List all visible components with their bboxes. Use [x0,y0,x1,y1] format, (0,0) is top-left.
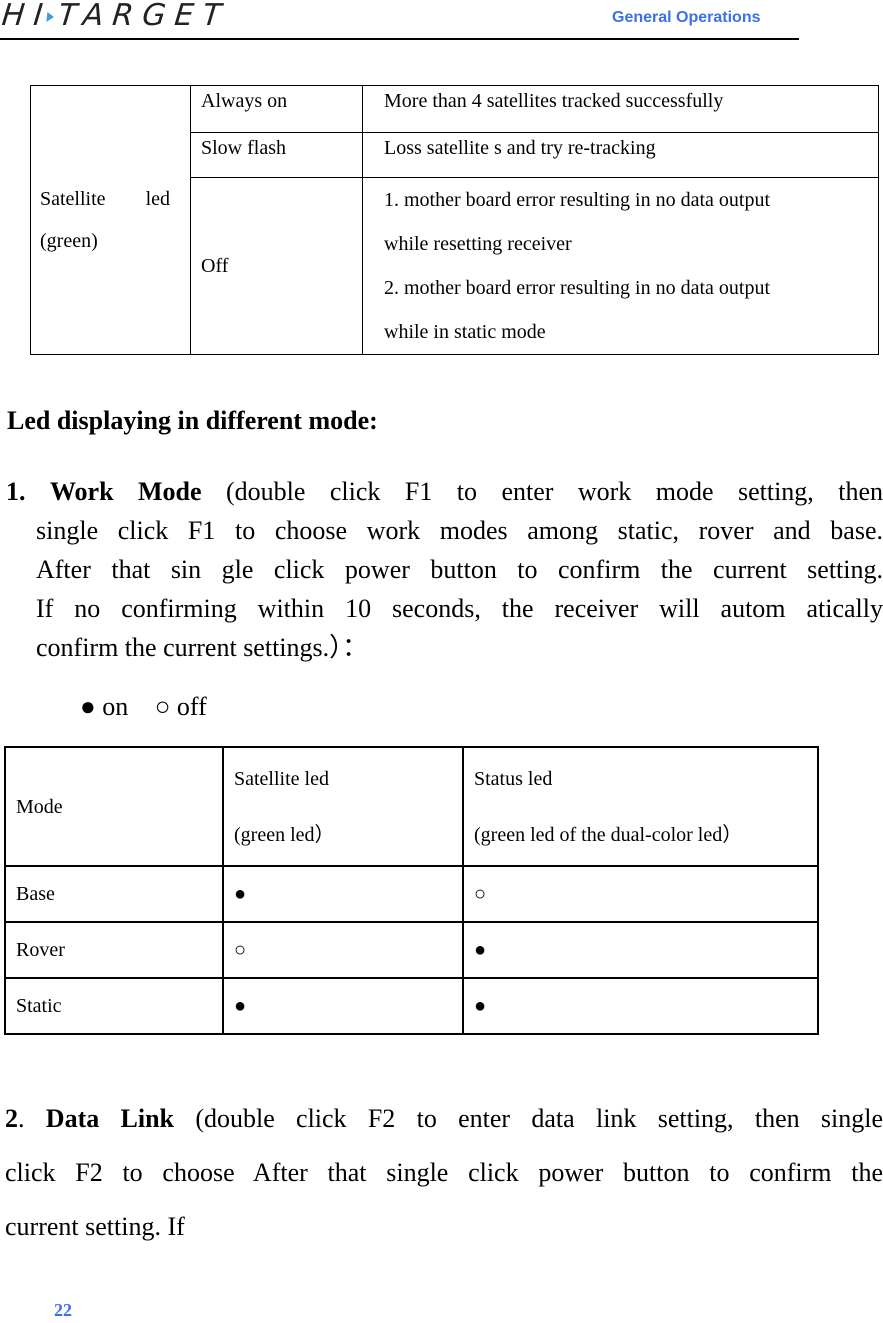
led-description: More than 4 satellites tracked successfu… [362,85,879,133]
mode-led-table: Mode Satellite led (green led） Status le… [4,746,819,1035]
led-description: 1. mother board error resulting in no da… [362,177,879,355]
mode-cell: Rover [4,921,224,979]
paragraph-text: After that sin gle click power button to… [36,555,883,584]
item-number: 1. [6,477,26,506]
satellite-led-table: Satellite led (green) Always on More than… [30,85,879,355]
label-text: led [145,188,170,210]
status-led-indicator: ● [462,921,819,979]
mode-cell: Base [4,865,224,923]
header-satellite-led: Satellite led (green led） [222,746,464,867]
led-legend: ● on ○ off [80,692,227,722]
satellite-led-indicator: ● [222,865,464,923]
logo-arrow-icon [46,11,55,22]
header-text: Status led [474,767,553,790]
paragraph-text: (double click F2 to enter data link sett… [195,1104,883,1133]
item-title: Work Mode [49,477,202,506]
table-row: Static ● ● [4,977,819,1035]
item-title: Data Link [45,1104,175,1133]
table-row: Rover ○ ● [4,921,819,979]
table-row: Satellite led (green) Always on More than… [30,85,879,355]
led-description: Loss satellite s and try re-tracking [362,132,879,178]
data-link-paragraph: 2. Data Link (double click F2 to enter d… [5,1092,883,1254]
led-state: Off [190,177,363,355]
item-number: 2 [5,1104,18,1133]
section-title: General Operations [612,9,761,26]
description-line: while in static mode [384,321,546,343]
description-line: 1. mother board error resulting in no da… [384,189,771,211]
header-status-led: Status led (green led of the dual-color … [462,746,819,867]
table-header-row: Mode Satellite led (green led） Status le… [4,746,819,867]
paragraph-text: single click F1 to choose work modes amo… [36,516,883,545]
header-divider [0,38,799,40]
led-state: Slow flash [190,132,363,178]
description-line: while resetting receiver [384,233,572,255]
brand-logo: HI TARGET [0,0,232,33]
status-led-indicator: ● [462,977,819,1035]
satellite-led-label: Satellite led (green) [30,85,191,355]
legend-off: ○ off [154,692,207,721]
description-line: 2. mother board error resulting in no da… [384,277,771,299]
satellite-led-indicator: ○ [222,921,464,979]
paragraph-text: confirm the current settings.）： [36,633,369,662]
table-row: Base ● ○ [4,865,819,923]
paragraph-text: click F2 to choose After that single cli… [5,1158,883,1187]
mode-cell: Static [4,977,224,1035]
paragraph-text: (double click F1 to enter work mode sett… [226,477,883,506]
status-led-indicator: ○ [462,865,819,923]
header-mode: Mode [4,746,224,867]
satellite-led-indicator: ● [222,977,464,1035]
paragraph-text: If no confirming within 10 seconds, the … [36,594,883,623]
label-text: (green) [40,230,98,252]
led-state: Always on [190,85,363,133]
header-text: Satellite led [234,767,329,790]
header-text: (green led） [234,823,335,846]
page-number: 22 [54,1300,72,1320]
work-mode-paragraph: 1. Work Mode (double click F1 to enter w… [6,472,883,667]
paragraph-text: current setting. If [5,1212,185,1241]
label-text: Satellite [40,188,106,210]
header-text: (green led of the dual-color led） [474,823,743,846]
section-heading: Led displaying in different mode: [7,406,378,435]
legend-on: ● on [80,692,129,721]
